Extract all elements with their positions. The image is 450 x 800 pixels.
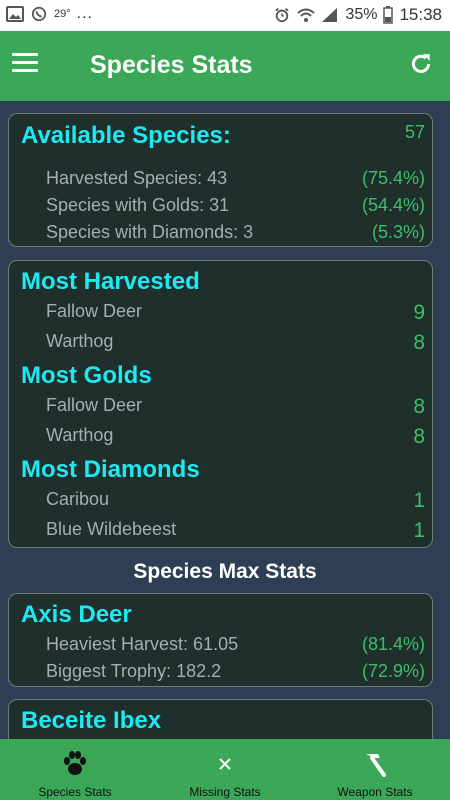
hammer-icon (366, 754, 386, 777)
row-label: Caribou (46, 489, 110, 509)
row-value: (54.4%) (361, 195, 425, 215)
row-value: 8 (413, 395, 425, 418)
available-species-title: Available Species: (21, 122, 231, 149)
row-value: 1 (413, 519, 425, 542)
row-value: (72.9%) (361, 661, 425, 681)
list-item: Fallow Deer 9 (46, 301, 425, 324)
nav-weapon-stats[interactable]: Weapon Stats (300, 739, 450, 800)
row-label: Biggest Trophy: 182.2 (46, 661, 222, 681)
close-icon (219, 758, 231, 770)
list-item: Species with Diamonds: 3 (5.3%) (46, 222, 425, 243)
temperature: 29° (54, 8, 71, 20)
row-label: Heaviest Harvest: 61.05 (46, 634, 239, 654)
app-bar: Species Stats (0, 31, 450, 101)
most-golds-title: Most Golds (21, 362, 152, 389)
bottom-navigation: Species Stats Missing Stats Weapon Stats (0, 739, 450, 800)
menu-icon (12, 53, 38, 56)
species-max-stats-heading: Species Max Stats (133, 560, 317, 583)
species-card-beceite-ibex: Beceite Ibex (8, 699, 433, 739)
list-item: Fallow Deer 8 (46, 395, 425, 418)
list-item: Blue Wildebeest 1 (46, 519, 425, 542)
alarm-icon (275, 8, 290, 23)
signal-icon (322, 8, 338, 22)
battery-percent: 35% (345, 6, 378, 23)
most-harvested-title: Most Harvested (21, 268, 200, 295)
row-value: 1 (413, 489, 425, 512)
page-title: Species Stats (90, 51, 253, 79)
list-item: Heaviest Harvest: 61.05 (81.4%) (46, 634, 425, 655)
content-scroll-area[interactable]: Available Species: 57 Harvested Species:… (0, 101, 450, 739)
list-item: Caribou 1 (46, 489, 425, 512)
species-name: Beceite Ibex (21, 707, 162, 734)
battery-icon (383, 6, 394, 24)
whatsapp-icon (31, 6, 47, 22)
nav-label: Weapon Stats (337, 785, 413, 799)
most-diamonds-title: Most Diamonds (21, 456, 200, 483)
row-label: Species with Golds: 31 (46, 195, 230, 215)
list-item: Species with Golds: 31 (54.4%) (46, 195, 425, 216)
species-card-axis-deer: Axis Deer Heaviest Harvest: 61.05 (81.4%… (8, 593, 433, 687)
nav-species-stats[interactable]: Species Stats (0, 739, 150, 800)
refresh-icon[interactable] (408, 51, 434, 77)
list-item: Warthog 8 (46, 425, 425, 448)
row-value: (5.3%) (371, 222, 425, 242)
row-label: Warthog (46, 425, 114, 445)
menu-button[interactable] (12, 53, 38, 77)
list-item: Biggest Trophy: 182.2 (72.9%) (46, 661, 425, 682)
row-label: Species with Diamonds: 3 (46, 222, 254, 242)
row-value: 8 (413, 425, 425, 448)
row-value: (75.4%) (361, 168, 425, 188)
top-species-card: Most Harvested Fallow Deer 9 Warthog 8 M… (8, 260, 433, 548)
nav-missing-stats[interactable]: Missing Stats (150, 739, 300, 800)
row-label: Warthog (46, 331, 114, 351)
nav-label: Species Stats (38, 785, 112, 799)
status-bar: 29° ... 35% 15:38 (0, 0, 450, 31)
species-name: Axis Deer (21, 601, 132, 628)
row-label: Harvested Species: 43 (46, 168, 228, 188)
clock: 15:38 (399, 5, 442, 24)
list-item: Harvested Species: 43 (75.4%) (46, 168, 425, 189)
row-value: 8 (413, 331, 425, 354)
row-label: Fallow Deer (46, 395, 143, 415)
row-value: 9 (413, 301, 425, 324)
row-label: Blue Wildebeest (46, 519, 177, 539)
nav-label: Missing Stats (189, 785, 261, 799)
image-notification-icon (6, 6, 24, 22)
row-value: (81.4%) (361, 634, 425, 654)
row-label: Fallow Deer (46, 301, 143, 321)
available-species-total: 57 (404, 122, 425, 142)
paw-icon (64, 751, 86, 775)
list-item: Warthog 8 (46, 331, 425, 354)
available-species-card: Available Species: 57 Harvested Species:… (8, 113, 433, 247)
wifi-icon (297, 8, 316, 22)
more-notifications: ... (76, 5, 93, 22)
